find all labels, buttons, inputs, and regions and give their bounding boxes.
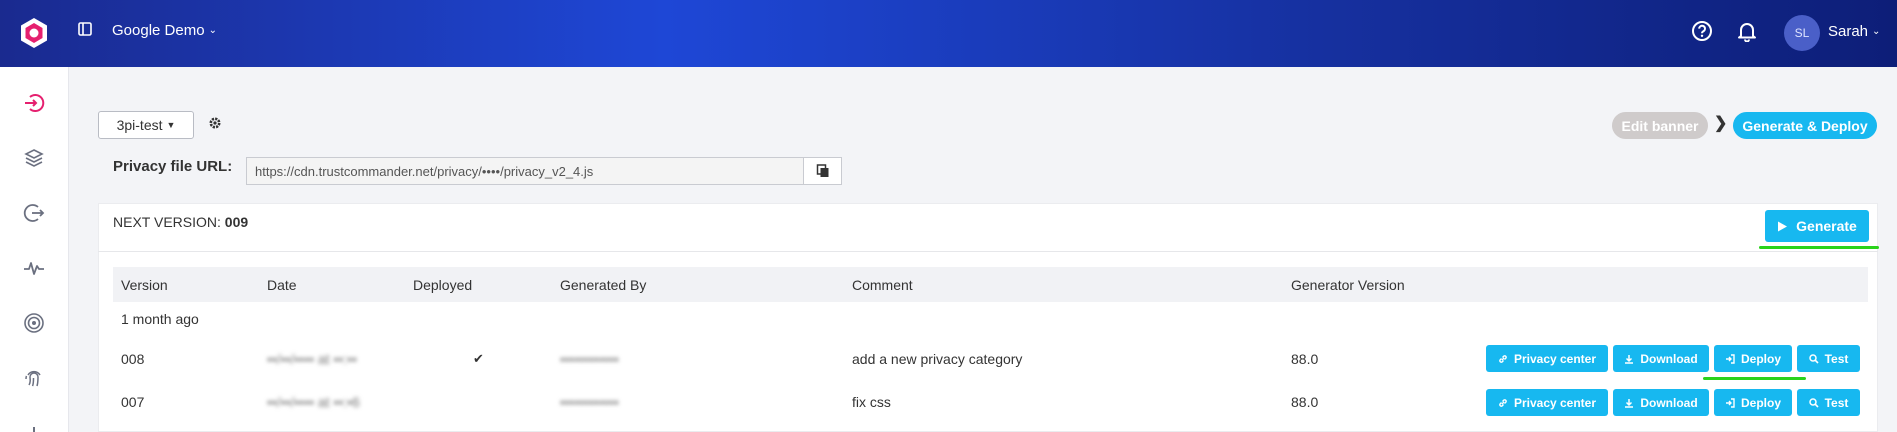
workspace-selector[interactable]: Google Demo ⌄ [112,22,217,39]
deployed-check-icon: ✔ [473,351,484,366]
row-date: ••/••/•••• at ••:•• [267,351,357,367]
deploy-icon [1725,353,1735,364]
row-version: 007 [121,394,145,410]
app-logo-icon[interactable] [18,17,50,49]
login-icon[interactable] [22,91,46,115]
row-generated-by: •••••••••••• [560,394,619,410]
layers-icon[interactable] [22,146,46,170]
search-icon [1808,397,1819,408]
download-icon [1624,398,1634,408]
chevron-right-icon: ❯ [1714,115,1728,132]
download-icon [1624,354,1634,364]
privacy-center-button[interactable]: Privacy center [1486,345,1608,372]
top-bar: Google Demo ⌄ SL Sarah ⌄ [0,0,1897,67]
privacy-center-label: Privacy center [1513,395,1597,410]
gear-icon[interactable] [208,116,222,130]
privacy-url-field[interactable]: https://cdn.trustcommander.net/privacy/•… [246,157,804,185]
copy-url-button[interactable] [803,157,842,185]
target-icon[interactable] [22,311,46,335]
logout-icon[interactable] [22,201,46,225]
generate-deploy-step[interactable]: Generate & Deploy [1733,112,1877,139]
download-button[interactable]: Download [1613,345,1709,372]
deploy-label: Deploy [1740,395,1781,410]
chevron-down-icon: ⌄ [208,25,217,36]
highlight-underline [1759,246,1879,249]
environment-value: 3pi-test [116,117,163,133]
row-date: ••/••/•••• at ••:•6 [267,394,360,410]
next-version-label: NEXT VERSION: [113,214,221,230]
versions-panel [98,203,1878,432]
highlight-underline [1703,377,1806,380]
next-version-value: 009 [224,214,249,230]
environment-select[interactable]: 3pi-test ▼ [98,111,194,139]
privacy-center-label: Privacy center [1513,351,1597,366]
table-header [113,267,1868,302]
privacy-url-label: Privacy file URL: [113,158,233,175]
link-icon [1498,398,1508,408]
col-version: Version [121,277,168,293]
download-label: Download [1640,395,1698,410]
deploy-icon [1725,397,1735,408]
col-generated-by: Generated By [560,277,647,293]
test-label: Test [1824,351,1849,366]
test-button[interactable]: Test [1797,345,1860,372]
panel-divider [98,251,1878,252]
sidebar-toggle-icon[interactable] [78,22,94,38]
next-version: NEXT VERSION: 009 [113,214,248,230]
caret-down-icon: ▼ [166,120,176,130]
download-button[interactable]: Download [1613,389,1709,416]
row-generator-version: 88.0 [1291,351,1319,367]
edit-banner-step[interactable]: Edit banner [1612,112,1708,139]
play-icon [1778,221,1788,231]
download-label: Download [1640,351,1698,366]
col-deployed: Deployed [413,277,473,293]
generate-button[interactable]: Generate [1765,210,1869,242]
chart-icon[interactable] [22,421,46,432]
row-generated-by: •••••••••••• [560,351,619,367]
generate-label: Generate [1796,218,1857,234]
help-icon[interactable] [1691,20,1713,42]
row-comment: fix css [852,394,891,410]
activity-icon[interactable] [22,256,46,280]
col-generator-version: Generator Version [1291,277,1405,293]
row-generator-version: 88.0 [1291,394,1319,410]
deploy-button[interactable]: Deploy [1714,389,1792,416]
row-comment: add a new privacy category [852,351,1023,367]
row-version: 008 [121,351,145,367]
user-menu[interactable]: Sarah ⌄ [1828,23,1880,40]
link-icon [1498,354,1508,364]
user-name: Sarah [1828,23,1869,40]
col-date: Date [267,277,297,293]
deploy-button[interactable]: Deploy [1714,345,1792,372]
deploy-label: Deploy [1740,351,1781,366]
workspace-name: Google Demo [112,22,205,39]
chevron-down-icon: ⌄ [1872,26,1881,37]
group-label: 1 month ago [121,311,199,327]
avatar[interactable]: SL [1784,15,1820,51]
col-comment: Comment [852,277,913,293]
search-icon [1808,353,1819,364]
test-label: Test [1824,395,1849,410]
left-nav-rail [0,67,69,432]
privacy-center-button[interactable]: Privacy center [1486,389,1608,416]
copy-icon [816,164,828,177]
fingerprint-icon[interactable] [22,366,46,390]
bell-icon[interactable] [1736,20,1758,43]
test-button[interactable]: Test [1797,389,1860,416]
